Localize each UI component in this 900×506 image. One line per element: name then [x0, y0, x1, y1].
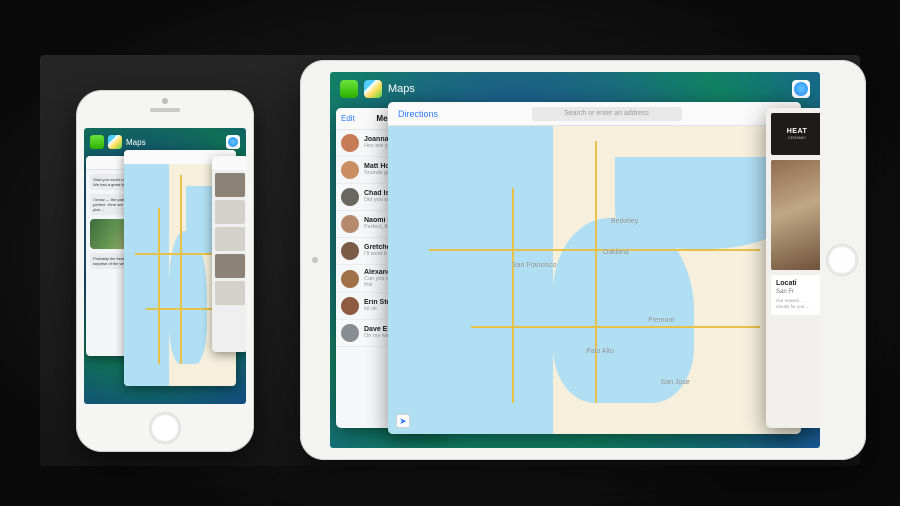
- safari-thumbnail: [215, 254, 245, 278]
- map-city-label: Berkeley: [611, 218, 638, 225]
- avatar: [341, 215, 359, 233]
- maps-locate-me-button[interactable]: ➤: [396, 414, 410, 428]
- ipad-card-maps[interactable]: Directions Search or enter an address Ad…: [388, 102, 801, 434]
- map-city-label: Oakland: [603, 249, 629, 256]
- messages-edit-button[interactable]: Edit: [341, 114, 355, 123]
- safari-thumbnail: [215, 281, 245, 305]
- iphone-card-safari[interactable]: [212, 156, 246, 352]
- avatar: [341, 242, 359, 260]
- safari-thumbnail: [215, 173, 245, 197]
- map-city-label: San Jose: [661, 379, 690, 386]
- messages-icon[interactable]: [90, 135, 104, 149]
- map-canvas[interactable]: San Francisco Oakland Berkeley San Jose …: [388, 126, 801, 434]
- article-title: Locati: [776, 280, 818, 287]
- avatar: [341, 134, 359, 152]
- front-app-title: Maps: [388, 83, 415, 95]
- ipad-device: Maps Edit Messages ✎ Joanna FoxHey are y…: [300, 60, 866, 460]
- iphone-home-button[interactable]: [149, 412, 181, 444]
- iphone-earpiece: [150, 108, 180, 112]
- article-location: San Fr: [776, 289, 818, 295]
- ipad-card-safari[interactable]: HEAT CERAMIC Locati San Fr Our newest … …: [766, 108, 820, 428]
- ipad-screen: Maps Edit Messages ✎ Joanna FoxHey are y…: [330, 72, 820, 448]
- avatar: [341, 324, 359, 342]
- device-scene: Maps Glad you could come by! We had a gr…: [0, 0, 900, 506]
- article-body: Our newest … results for you …: [776, 298, 818, 310]
- avatar: [341, 297, 359, 315]
- safari-thumbnail: [215, 200, 245, 224]
- ipad-home-button[interactable]: [826, 244, 858, 276]
- maps-toolbar: Directions Search or enter an address Ad…: [388, 102, 801, 126]
- maps-search-field[interactable]: Search or enter an address: [532, 107, 682, 121]
- iphone-front-camera: [162, 98, 168, 104]
- avatar: [341, 270, 359, 288]
- iphone-screen: Maps Glad you could come by! We had a gr…: [84, 128, 246, 404]
- safari-ad-banner: HEAT CERAMIC: [771, 113, 820, 155]
- safari-icon[interactable]: [226, 135, 240, 149]
- safari-icon[interactable]: [792, 80, 810, 98]
- messages-icon[interactable]: [340, 80, 358, 98]
- iphone-switcher-header: Maps: [84, 132, 246, 152]
- front-app-title: Maps: [126, 138, 146, 147]
- maps-icon[interactable]: [108, 135, 122, 149]
- iphone-device: Maps Glad you could come by! We had a gr…: [76, 90, 254, 452]
- map-city-label: Fremont: [648, 317, 674, 324]
- map-city-label: Palo Alto: [586, 348, 614, 355]
- maps-directions-button[interactable]: Directions: [398, 109, 438, 119]
- ipad-switcher-header: Maps: [330, 78, 820, 100]
- safari-thumbnail: [215, 227, 245, 251]
- avatar: [341, 161, 359, 179]
- ipad-front-camera: [312, 257, 318, 263]
- safari-article-card: Locati San Fr Our newest … results for y…: [771, 275, 820, 315]
- ad-subline: CERAMIC: [788, 135, 806, 140]
- safari-hero-image: [771, 160, 820, 270]
- safari-navbar: [212, 156, 246, 170]
- avatar: [341, 188, 359, 206]
- maps-icon[interactable]: [364, 80, 382, 98]
- map-city-label: San Francisco: [512, 262, 557, 269]
- ad-brand: HEAT: [787, 128, 808, 135]
